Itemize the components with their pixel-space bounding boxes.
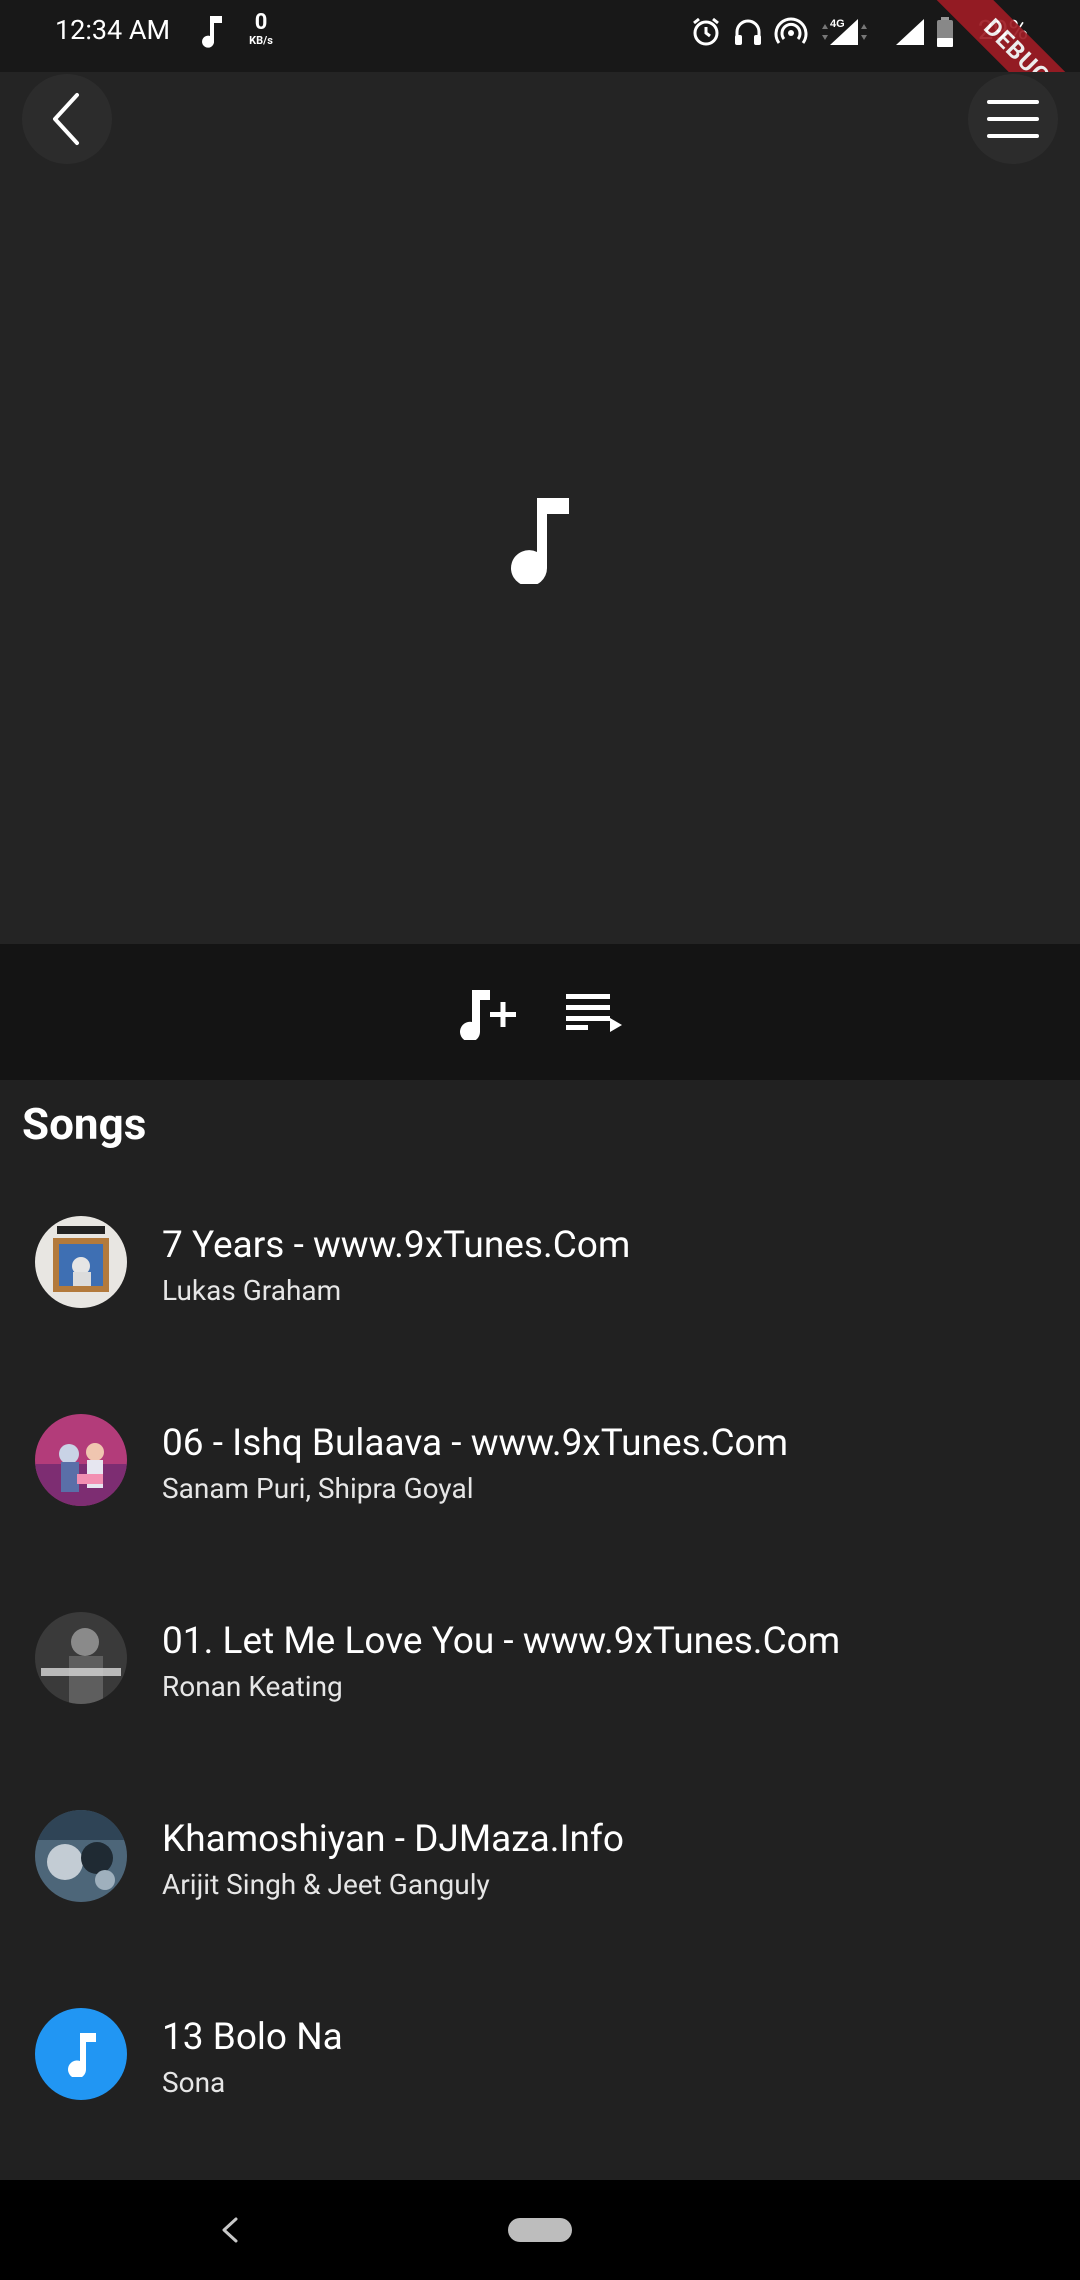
action-bar [0,944,1080,1080]
album-art-placeholder [35,2008,127,2100]
alarm-icon [693,17,719,46]
song-list-item[interactable]: Khamoshiyan - DJMaza.Info Arijit Singh &… [0,1774,1080,1972]
music-note-icon [202,16,222,48]
song-title: 06 - Ishq Bulaava - www.9xTunes.Com [162,1422,789,1465]
music-note-icon [511,498,569,584]
hotspot-icon [774,17,808,44]
svg-text:4G: 4G [830,18,845,30]
album-art [35,1612,127,1704]
music-note-icon [68,2033,96,2077]
back-button[interactable] [22,74,112,164]
status-time: 12:34 AM [55,14,171,46]
nav-back-icon[interactable] [218,2216,242,2244]
signal-icon: 4G [822,18,867,45]
play-queue-icon[interactable] [564,992,626,1034]
song-artist: Sanam Puri, Shipra Goyal [162,1472,474,1505]
nav-home-pill[interactable] [508,2218,572,2242]
signal-icon-2 [896,19,924,45]
add-to-playlist-icon[interactable] [456,988,518,1040]
song-title: Khamoshiyan - DJMaza.Info [162,1818,624,1861]
song-artist: Sona [162,2066,226,2099]
song-artist: Arijit Singh & Jeet Ganguly [162,1868,490,1901]
menu-button[interactable] [968,74,1058,164]
hamburger-menu-icon [987,100,1039,138]
album-art [35,1216,127,1308]
battery-icon [937,17,953,47]
status-icons: 4G [690,12,954,52]
song-title: 01. Let Me Love You - www.9xTunes.Com [162,1620,841,1663]
headphones-icon [735,19,761,45]
song-artist: Lukas Graham [162,1274,342,1307]
song-title: 7 Years - www.9xTunes.Com [162,1224,631,1267]
chevron-left-icon [53,93,79,145]
song-list-item[interactable]: 7 Years - www.9xTunes.Com Lukas Graham [0,1180,1080,1378]
album-art [35,1810,127,1902]
song-artist: Ronan Keating [162,1670,343,1703]
song-list-item[interactable]: 13 Bolo Na Sona [0,1972,1080,2170]
songs-heading: Songs [22,1098,147,1150]
song-list-item[interactable]: 01. Let Me Love You - www.9xTunes.Com Ro… [0,1576,1080,1774]
status-bar: 12:34 AM 0 KB/s 4G [0,0,1080,72]
song-title: 13 Bolo Na [162,2016,343,2059]
network-speed: 0 KB/s [249,10,273,47]
song-list-item[interactable]: 06 - Ishq Bulaava - www.9xTunes.Com Sana… [0,1378,1080,1576]
album-art [35,1414,127,1506]
